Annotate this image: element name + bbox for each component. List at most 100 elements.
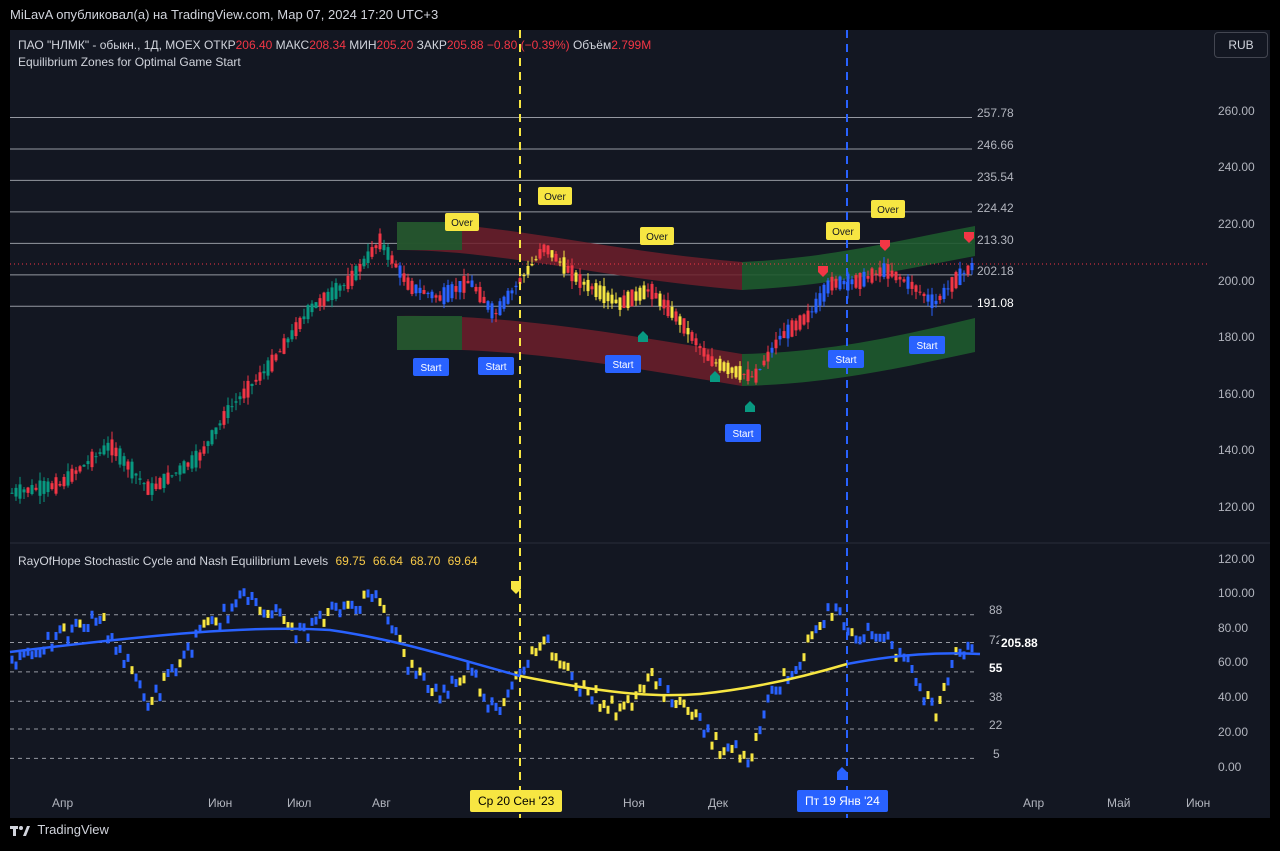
candle-body: [530, 264, 534, 266]
oscillator-legend[interactable]: RayOfHope Stochastic Cycle and Nash Equi…: [18, 554, 478, 568]
footer-brand[interactable]: TradingView: [10, 822, 109, 837]
candle-body: [390, 255, 394, 264]
candle-body: [866, 276, 870, 279]
osc-bar: [498, 707, 502, 716]
osc-bar: [618, 703, 622, 712]
candle-body: [14, 487, 18, 497]
osc-level-label: 22: [989, 718, 1003, 732]
candle-body: [258, 372, 262, 381]
osc-axis-label: 40.00: [1218, 690, 1249, 704]
osc-bar: [806, 634, 810, 643]
candle-body: [466, 280, 470, 284]
osc-bar: [142, 693, 146, 702]
candle-body: [26, 487, 30, 493]
osc-bar: [210, 616, 214, 625]
osc-bar: [538, 642, 542, 651]
osc-bar: [274, 604, 278, 613]
candle-body: [226, 405, 230, 419]
osc-bar: [466, 662, 470, 671]
osc-bar: [478, 688, 482, 697]
candle-body: [142, 483, 146, 485]
candle-body: [278, 351, 282, 353]
over-signal-label: Over: [544, 192, 566, 203]
osc-bar: [394, 627, 398, 636]
candle-body: [602, 286, 606, 304]
candle-body: [854, 275, 858, 288]
osc-value-1: 69.75: [335, 554, 366, 568]
osc-bar: [266, 609, 270, 618]
candle-body: [566, 265, 570, 273]
lower-zone: [397, 315, 975, 386]
candle-body: [418, 287, 422, 294]
chart-canvas[interactable]: Over Over Over Over Over Start Start Start Start…: [0, 0, 1280, 851]
candle-body: [598, 285, 602, 300]
candle-body: [890, 270, 894, 277]
osc-bar: [758, 726, 762, 735]
osc-bar: [214, 617, 218, 626]
candle-body: [694, 338, 698, 346]
candle-body: [562, 257, 566, 274]
candle-body: [654, 292, 658, 299]
osc-bar: [366, 589, 370, 598]
candle-body: [266, 360, 270, 376]
candle-body: [134, 473, 138, 476]
osc-bar: [158, 693, 162, 702]
osc-bar: [206, 617, 210, 626]
candle-body: [98, 452, 102, 454]
osc-bar: [102, 612, 106, 621]
candle-body: [274, 354, 278, 361]
candle-body: [850, 279, 854, 285]
date-flag-sep[interactable]: Ср 20 Сен '23: [470, 790, 563, 812]
candle-body: [358, 263, 362, 272]
candle-body: [642, 285, 646, 300]
osc-bar: [674, 700, 678, 709]
candle-body: [610, 294, 614, 304]
osc-bar: [782, 668, 786, 677]
candle-body: [102, 445, 106, 455]
start-signal-label: Start: [485, 362, 506, 373]
high-value: 208.34: [309, 38, 346, 52]
time-axis-label: Май: [1107, 796, 1131, 810]
candle-body: [262, 371, 266, 374]
osc-bar: [402, 649, 406, 658]
candle-body: [662, 299, 666, 309]
oscillator-name[interactable]: RayOfHope Stochastic Cycle and Nash Equi…: [18, 554, 328, 568]
osc-axis-label: 0.00: [1218, 760, 1242, 774]
candle-body: [366, 251, 370, 264]
candle-body: [534, 259, 538, 261]
candle-body: [214, 427, 218, 435]
osc-bar: [798, 661, 802, 670]
price-axis-label: 240.00: [1218, 160, 1255, 174]
candle-body: [138, 478, 142, 480]
indicator-main-name[interactable]: Equilibrium Zones for Optimal Game Start: [18, 55, 241, 69]
signal-markers: Over Over Over Over Over Start Start Start Start…: [413, 187, 974, 442]
candle-body: [294, 322, 298, 337]
osc-bar: [910, 664, 914, 673]
candle-body: [882, 263, 886, 277]
candle-body: [962, 272, 966, 274]
candle-body: [422, 290, 426, 294]
symbol-legend[interactable]: ПАО "НЛМК" - обыкн., 1Д, MOEX ОТКР206.40…: [18, 38, 651, 52]
osc-bar: [306, 633, 310, 642]
candle-body: [774, 339, 778, 349]
candle-body: [770, 347, 774, 353]
date-flag-jan[interactable]: Пт 19 Янв '24: [797, 790, 888, 812]
osc-bar: [742, 750, 746, 759]
symbol-name[interactable]: ПАО "НЛМК" - обыкн., 1Д, MOEX: [18, 38, 201, 52]
candle-body: [362, 258, 366, 267]
candle-body: [62, 476, 66, 487]
candle-body: [782, 331, 786, 339]
currency-button[interactable]: RUB: [1214, 32, 1268, 58]
osc-bar: [166, 669, 170, 678]
candle-body: [930, 294, 934, 309]
candle-body: [178, 465, 182, 475]
osc-bar: [174, 668, 178, 677]
osc-bar: [922, 697, 926, 706]
candle-body: [750, 376, 754, 378]
osc-bar: [762, 710, 766, 719]
osc-bar: [622, 701, 626, 710]
candle-body: [686, 328, 690, 335]
candle-body: [130, 461, 134, 479]
osc-bar: [878, 633, 882, 642]
osc-bar: [750, 753, 754, 762]
